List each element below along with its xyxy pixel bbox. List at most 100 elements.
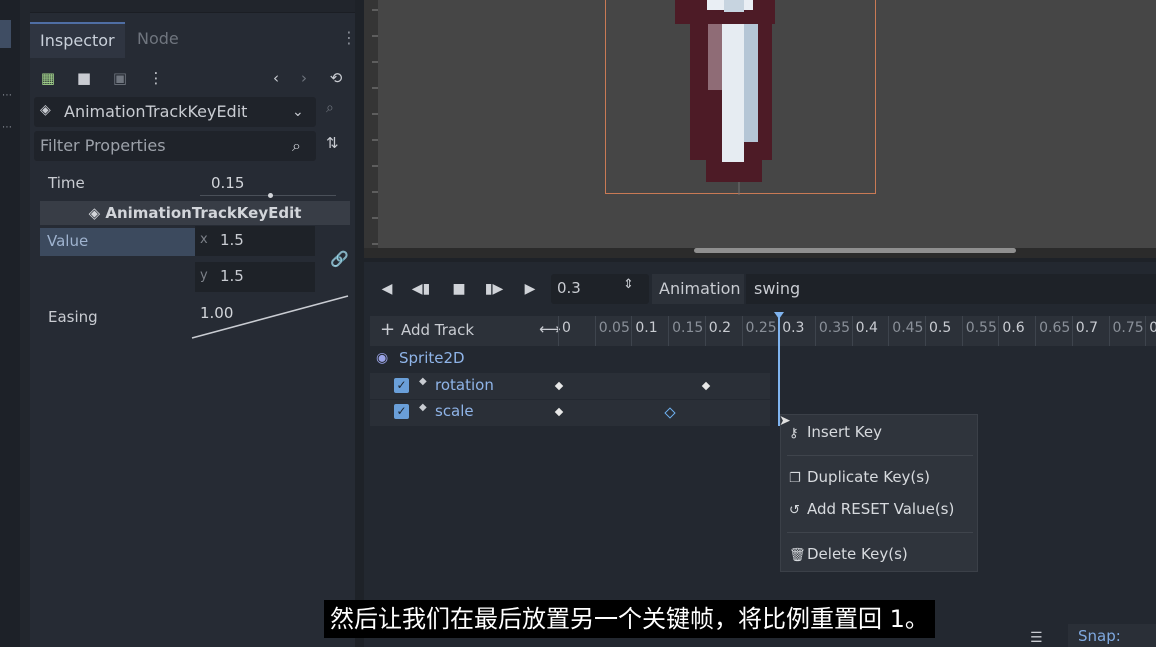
- rotation-track-icon: ◆: [419, 376, 427, 387]
- timeline-tick: 0.55: [965, 320, 997, 336]
- timeline-tick-line: [814, 316, 816, 346]
- node-name[interactable]: Sprite2D: [399, 349, 465, 367]
- playhead[interactable]: [778, 316, 780, 426]
- scale-checkbox[interactable]: ✓: [394, 404, 409, 419]
- timeline-tick: 0.1: [635, 320, 658, 336]
- sword-sprite[interactable]: [670, 0, 810, 195]
- new-resource-icon[interactable]: ▦: [38, 68, 58, 88]
- timeline-tick: 0.45: [892, 320, 924, 336]
- playhead-marker[interactable]: [774, 312, 784, 319]
- ruler-ticks: [372, 9, 378, 245]
- add-icon[interactable]: +: [380, 319, 395, 340]
- save-icon[interactable]: ▣: [110, 68, 130, 88]
- panel-splitter[interactable]: [355, 0, 364, 647]
- value-y-field[interactable]: y 1.5: [195, 262, 315, 292]
- menu-duplicate-keys[interactable]: ❐ Duplicate Key(s): [789, 468, 930, 486]
- rotation-track-name[interactable]: rotation: [435, 376, 494, 394]
- timeline-tick: 0.2: [708, 320, 732, 336]
- timeline-tick: 0.6: [1002, 320, 1025, 336]
- timeline-tick-line: [1145, 316, 1147, 346]
- inspector-toolbar: ▦ ■ ▣ ⋮ ‹ › ⟲: [30, 62, 355, 94]
- time-value[interactable]: 0.15: [211, 174, 244, 192]
- easing-curve[interactable]: [190, 292, 350, 340]
- spinner-icon[interactable]: ⇕: [623, 277, 634, 292]
- x-value: 1.5: [220, 231, 244, 249]
- timeline-header[interactable]: + Add Track ⟷ 0 0.05 0.1 0.15 0.2 0.25 0.3 0.35…: [370, 316, 1156, 346]
- x-axis-label: x: [200, 232, 208, 247]
- menu-delete-keys[interactable]: 🗑Delete Key(s): [789, 545, 908, 563]
- timeline-tick: 0.5: [929, 320, 952, 336]
- snap-label: Snap:: [1078, 627, 1121, 645]
- animation-selector[interactable]: swing: [746, 274, 1156, 304]
- menu-add-reset[interactable]: ↺ Add RESET Value(s): [789, 500, 954, 518]
- filter-properties-input[interactable]: Filter Properties ⌕: [34, 131, 316, 161]
- scale-track-icon: ◆: [419, 402, 427, 413]
- key-icon: ⚷: [789, 426, 799, 441]
- scale-track-row[interactable]: [370, 400, 770, 426]
- value-row-highlight: Value: [40, 228, 195, 256]
- value-x-field[interactable]: x 1.5: [195, 226, 315, 256]
- insert-key-label: Insert Key: [807, 423, 882, 441]
- tab-node[interactable]: Node: [127, 22, 189, 56]
- timeline-tick: 0.35: [818, 320, 851, 336]
- inspector-top-edge: [30, 0, 355, 13]
- time-input[interactable]: 0.3 ⇕: [551, 274, 649, 304]
- timeline-tick: 0.75: [1112, 320, 1144, 336]
- timeline-tick-line: [888, 316, 890, 346]
- hscroll-thumb[interactable]: [694, 248, 1016, 253]
- history-back-icon[interactable]: ‹: [266, 68, 286, 88]
- timeline-tick-line: [668, 316, 670, 346]
- stop-icon[interactable]: ■: [444, 270, 474, 308]
- timeline-tick-line: [741, 316, 743, 346]
- value-label: Value: [47, 232, 89, 250]
- tab-inspector[interactable]: Inspector: [30, 22, 125, 58]
- add-track-button[interactable]: Add Track: [401, 321, 474, 339]
- play-from-start-icon[interactable]: ▮▶: [479, 270, 509, 308]
- animation-name: swing: [754, 279, 801, 298]
- filter-placeholder: Filter Properties: [40, 136, 166, 155]
- trash-icon: 🗑: [789, 548, 806, 563]
- more-icon: ⋯: [2, 90, 13, 101]
- open-folder-icon[interactable]: ■: [74, 68, 94, 88]
- object-history-icon[interactable]: ⟲: [326, 68, 346, 88]
- time-slider-grabber[interactable]: [268, 193, 273, 198]
- timeline-tick-line: [998, 316, 1000, 346]
- timeline-tick-line: [1035, 316, 1037, 346]
- timeline-tick: 0.4: [855, 320, 878, 336]
- doc-search-icon[interactable]: ⌕: [326, 100, 334, 116]
- delete-keys-label: Delete Key(s): [807, 545, 908, 563]
- time-label: Time: [48, 174, 85, 192]
- class-selector[interactable]: ◈ AnimationTrackKeyEdit ⌄: [34, 97, 316, 127]
- timeline-tick-line: [704, 316, 706, 346]
- link-icon[interactable]: 🔗: [330, 250, 349, 268]
- section-title: AnimationTrackKeyEdit: [105, 204, 302, 222]
- chevron-down-icon: ⌄: [292, 104, 304, 120]
- scale-track-name[interactable]: scale: [435, 402, 474, 420]
- mouse-cursor: ➤: [779, 413, 791, 429]
- list-icon[interactable]: ☰: [1030, 630, 1043, 646]
- play-backwards-icon[interactable]: ◀: [372, 270, 402, 308]
- timeline-tick: 0.7: [1075, 320, 1099, 336]
- dock-selected-tab[interactable]: [0, 20, 11, 48]
- search-icon: ⌕: [292, 136, 301, 155]
- easing-label: Easing: [48, 308, 98, 326]
- rotation-checkbox[interactable]: ✓: [394, 378, 409, 393]
- filter-settings-icon[interactable]: ⇅: [326, 134, 339, 152]
- more-options-icon[interactable]: ⋮: [146, 68, 166, 88]
- timeline-tick: 0.15: [672, 320, 704, 336]
- animation-label-box: Animation: [652, 274, 744, 304]
- history-forward-icon[interactable]: ›: [294, 68, 314, 88]
- timeline-tick-line: [925, 316, 926, 346]
- snap-button[interactable]: Snap:: [1068, 624, 1156, 647]
- play-icon[interactable]: ▶: [515, 270, 545, 308]
- section-header[interactable]: ◈ AnimationTrackKeyEdit: [40, 201, 350, 225]
- timeline-tick-line: [1108, 316, 1110, 346]
- dock-splitter[interactable]: [20, 0, 30, 647]
- inspector-tabs: Inspector Node ⋮: [30, 22, 357, 58]
- play-backwards-from-end-icon[interactable]: ◀▮: [406, 270, 436, 308]
- y-value: 1.5: [220, 267, 244, 285]
- duplicate-keys-label: Duplicate Key(s): [807, 468, 930, 486]
- time-input-value: 0.3: [557, 279, 581, 297]
- menu-insert-key[interactable]: ⚷ Insert Key: [789, 423, 882, 441]
- left-dock-strip: ⋯ ⋯: [0, 0, 20, 647]
